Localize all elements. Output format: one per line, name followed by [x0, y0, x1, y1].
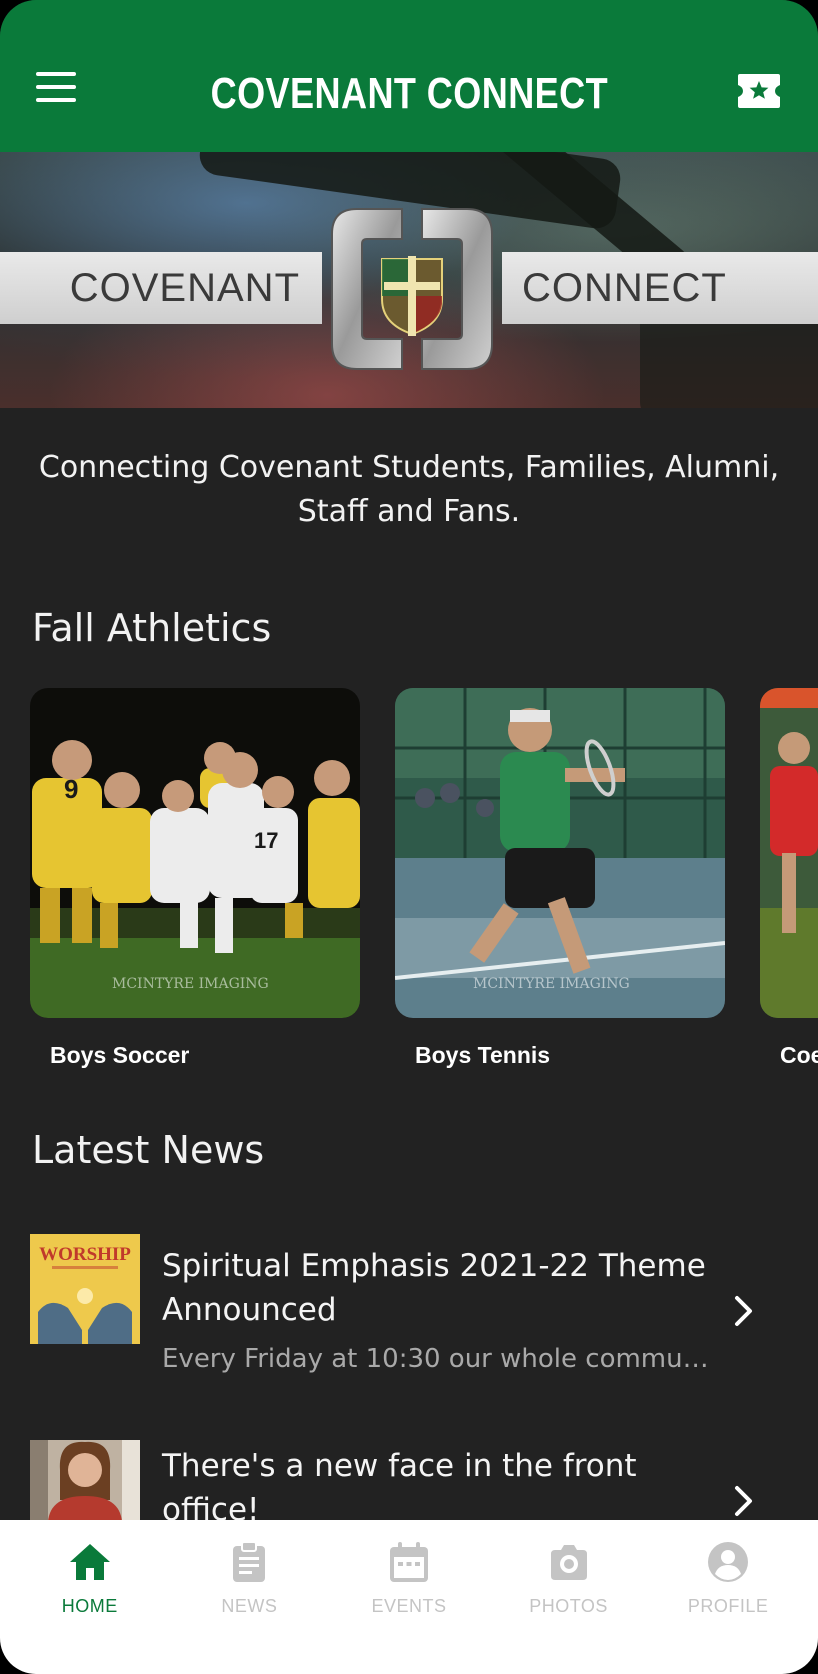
news-subtitle: Every Friday at 10:30 our whole commun…	[162, 1344, 722, 1374]
nav-label: PHOTOS	[529, 1596, 608, 1616]
athletics-card-label: Boys Soccer	[50, 1042, 190, 1068]
nav-tab-photos[interactable]: PHOTOS	[494, 1540, 644, 1674]
chevron-right-icon	[735, 1486, 752, 1516]
svg-text:MCINTYRE IMAGING: MCINTYRE IMAGING	[112, 976, 269, 992]
nav-tab-news[interactable]: NEWS	[174, 1540, 324, 1674]
nav-label: NEWS	[221, 1596, 278, 1616]
hamburger-menu-icon[interactable]	[36, 72, 76, 102]
athletics-card-coed[interactable]	[760, 688, 818, 1018]
home-icon	[69, 1544, 110, 1580]
nav-label: PROFILE	[687, 1596, 769, 1616]
svg-text:17: 17	[254, 828, 278, 853]
covenant-connect-logo-icon	[331, 208, 493, 370]
athletics-card-label: Boys Tennis	[415, 1042, 551, 1068]
calendar-icon	[389, 1542, 428, 1582]
hero-banner: COVENANT CONNECT	[0, 152, 818, 408]
svg-text:9: 9	[64, 774, 78, 804]
camera-icon	[550, 1545, 587, 1580]
news-list-item[interactable]: WORSHIP Spiritual Emphasis 2021-22 Theme…	[0, 1230, 818, 1400]
athletics-card-boys-tennis[interactable]: MCINTYRE IMAGING	[395, 688, 725, 1018]
news-thumbnail	[30, 1440, 140, 1522]
nav-tab-events[interactable]: EVENTS	[334, 1540, 484, 1674]
section-title-latest-news: Latest News	[32, 1128, 265, 1172]
nav-tab-home[interactable]: HOME	[15, 1540, 165, 1674]
nav-label: EVENTS	[371, 1596, 447, 1616]
chevron-right-icon	[735, 1296, 752, 1326]
news-title: Spiritual Emphasis 2021-22 Theme Announc…	[162, 1248, 706, 1328]
nav-tab-profile[interactable]: PROFILE	[653, 1540, 803, 1674]
hero-word-connect: CONNECT	[502, 252, 818, 324]
top-app-bar: COVENANT CONNECT	[0, 0, 818, 152]
ticket-star-icon[interactable]	[736, 72, 782, 110]
athletics-card-boys-soccer[interactable]: 9 17 MCINTYRE IMAGING	[30, 688, 360, 1018]
hero-word-covenant: COVENANT	[0, 252, 322, 324]
news-thumbnail: WORSHIP	[30, 1234, 140, 1344]
news-title: There's a new face in the front office!	[162, 1448, 637, 1528]
athletics-card-label: Coe	[780, 1042, 818, 1068]
svg-text:WORSHIP: WORSHIP	[39, 1244, 131, 1265]
app-title: COVENANT CONNECT	[210, 69, 608, 118]
svg-text:MCINTYRE IMAGING: MCINTYRE IMAGING	[473, 976, 630, 992]
bottom-navigation-bar: HOME NEWS EVENTS PHOTOS PROFILE	[0, 1520, 818, 1674]
tagline: Connecting Covenant Students, Families, …	[38, 450, 780, 529]
app-screen: COVENANT CONNECT COVENANT CONNECT Connec…	[0, 0, 818, 1674]
clipboard-icon	[233, 1541, 266, 1582]
section-title-fall-athletics: Fall Athletics	[32, 606, 272, 650]
nav-label: HOME	[61, 1596, 118, 1616]
profile-icon	[708, 1542, 749, 1582]
